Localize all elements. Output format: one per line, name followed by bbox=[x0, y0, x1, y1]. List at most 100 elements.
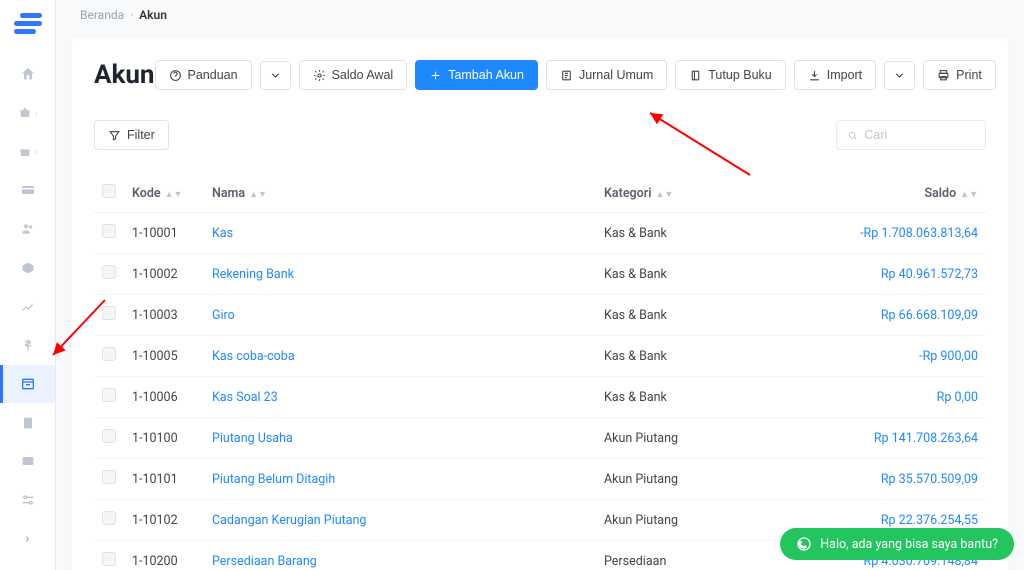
sliders-icon bbox=[20, 492, 36, 508]
tutup-buku-button[interactable]: Tutup Buku bbox=[675, 60, 785, 90]
box-icon bbox=[20, 260, 36, 276]
row-checkbox[interactable] bbox=[102, 347, 116, 361]
chevron-down-icon bbox=[893, 69, 906, 82]
row-checkbox[interactable] bbox=[102, 388, 116, 402]
breadcrumb: Beranda · Akun bbox=[56, 0, 1024, 30]
account-link[interactable]: Giro bbox=[212, 308, 235, 323]
cell-saldo: Rp 0,00 bbox=[937, 390, 978, 405]
row-checkbox[interactable] bbox=[102, 429, 116, 443]
help-icon bbox=[169, 69, 182, 82]
nav-home[interactable] bbox=[0, 55, 55, 94]
sort-icon: ▲▼ bbox=[165, 193, 183, 198]
dollar-icon bbox=[20, 337, 36, 353]
plus-icon bbox=[429, 69, 442, 82]
nav-purchase[interactable]: › bbox=[0, 132, 55, 171]
jurnal-umum-button[interactable]: Jurnal Umum bbox=[546, 60, 667, 90]
cell-saldo: Rp 35.570.509,09 bbox=[881, 472, 978, 487]
row-checkbox[interactable] bbox=[102, 511, 116, 525]
row-checkbox[interactable] bbox=[102, 265, 116, 279]
sort-icon: ▲▼ bbox=[656, 193, 674, 198]
cell-kode: 1-10101 bbox=[124, 459, 204, 500]
lock-book-icon bbox=[689, 69, 702, 82]
tambah-akun-button[interactable]: Tambah Akun bbox=[415, 60, 538, 90]
account-link[interactable]: Cadangan Kerugian Piutang bbox=[212, 513, 366, 528]
nav-products[interactable] bbox=[0, 249, 55, 288]
breadcrumb-home[interactable]: Beranda bbox=[80, 8, 124, 22]
id-card-icon bbox=[20, 453, 36, 469]
nav-reports[interactable] bbox=[0, 287, 55, 326]
basket-in-icon bbox=[17, 144, 33, 160]
app-logo[interactable] bbox=[14, 10, 42, 37]
saldo-awal-button[interactable]: Saldo Awal bbox=[299, 60, 408, 90]
account-link[interactable]: Piutang Belum Ditagih bbox=[212, 472, 335, 487]
cell-saldo: Rp 66.668.109,09 bbox=[881, 308, 978, 323]
filter-icon bbox=[108, 129, 121, 142]
nav-payroll[interactable] bbox=[0, 442, 55, 481]
panduan-dropdown[interactable] bbox=[260, 61, 291, 90]
col-saldo[interactable]: Saldo▲▼ bbox=[796, 174, 986, 213]
cell-kategori: Akun Piutang bbox=[596, 418, 796, 459]
cell-kategori: Akun Piutang bbox=[596, 459, 796, 500]
cell-kategori: Kas & Bank bbox=[596, 254, 796, 295]
table-row: 1-10101 Piutang Belum Ditagih Akun Piutang… bbox=[94, 459, 986, 500]
account-link[interactable]: Kas Soal 23 bbox=[212, 390, 278, 405]
col-kategori[interactable]: Kategori▲▼ bbox=[596, 174, 796, 213]
sidebar-collapse[interactable]: › bbox=[0, 519, 55, 558]
search-box[interactable] bbox=[836, 120, 986, 150]
account-link[interactable]: Rekening Bank bbox=[212, 267, 294, 282]
chat-text: Halo, ada yang bisa saya bantu? bbox=[820, 537, 998, 552]
nav-assets[interactable] bbox=[0, 403, 55, 442]
panduan-button[interactable]: Panduan bbox=[155, 60, 252, 90]
row-checkbox[interactable] bbox=[102, 470, 116, 484]
chevron-down-icon bbox=[269, 69, 282, 82]
row-checkbox[interactable] bbox=[102, 306, 116, 320]
table-row: 1-10003 Giro Kas & Bank Rp 66.668.109,09 bbox=[94, 295, 986, 336]
select-all-checkbox[interactable] bbox=[102, 184, 116, 198]
cell-kode: 1-10002 bbox=[124, 254, 204, 295]
account-link[interactable]: Kas bbox=[212, 226, 233, 241]
nav-settings[interactable] bbox=[0, 481, 55, 520]
print-button[interactable]: Print bbox=[923, 60, 996, 90]
table-row: 1-10100Piutang UsahaAkun PiutangRp 141.7… bbox=[94, 418, 986, 459]
sort-icon: ▲▼ bbox=[249, 193, 267, 198]
header-row: Akun Panduan Saldo Awal Tambah Akun Jurn… bbox=[94, 60, 986, 90]
sort-icon: ▲▼ bbox=[960, 193, 978, 198]
nav-accounts[interactable] bbox=[0, 365, 55, 404]
col-kode[interactable]: Kode▲▼ bbox=[124, 174, 204, 213]
gear-icon bbox=[313, 69, 326, 82]
users-icon bbox=[20, 221, 36, 237]
cell-kategori: Kas & Bank bbox=[596, 295, 796, 336]
import-icon bbox=[808, 69, 821, 82]
cell-saldo: -Rp 1.708.063.813,64 bbox=[860, 226, 978, 241]
building-icon bbox=[20, 415, 36, 431]
nav-expense[interactable] bbox=[0, 171, 55, 210]
ledger-icon bbox=[20, 376, 36, 392]
row-checkbox[interactable] bbox=[102, 552, 116, 566]
nav-contacts[interactable] bbox=[0, 210, 55, 249]
nav-sales[interactable]: › bbox=[0, 94, 55, 133]
import-button[interactable]: Import bbox=[794, 60, 876, 90]
col-nama[interactable]: Nama▲▼ bbox=[204, 174, 596, 213]
table-row: 1-10001KasKas & Bank-Rp 1.708.063.813,64 bbox=[94, 213, 986, 254]
import-dropdown[interactable] bbox=[884, 61, 915, 90]
cell-kode: 1-10003 bbox=[124, 295, 204, 336]
cell-saldo: Rp 141.708.263,64 bbox=[874, 431, 978, 446]
search-input[interactable] bbox=[864, 128, 975, 142]
search-icon bbox=[847, 129, 858, 142]
nav-cash[interactable] bbox=[0, 326, 55, 365]
breadcrumb-current: Akun bbox=[139, 8, 167, 22]
cell-kode: 1-10001 bbox=[124, 213, 204, 254]
toolbar: Panduan Saldo Awal Tambah Akun Jurnal Um… bbox=[155, 60, 996, 90]
account-link[interactable]: Piutang Usaha bbox=[212, 431, 293, 446]
accounts-table: Kode▲▼ Nama▲▼ Kategori▲▼ Saldo▲▼ 1-10001… bbox=[94, 174, 986, 570]
chat-widget[interactable]: Halo, ada yang bisa saya bantu? bbox=[780, 528, 1014, 560]
cell-kategori: Kas & Bank bbox=[596, 377, 796, 418]
cell-kode: 1-10005 bbox=[124, 336, 204, 377]
card-icon bbox=[20, 182, 36, 198]
page-title: Akun bbox=[94, 60, 155, 90]
account-link[interactable]: Kas coba-coba bbox=[212, 349, 295, 364]
account-link[interactable]: Persediaan Barang bbox=[212, 554, 317, 569]
filter-button[interactable]: Filter bbox=[94, 120, 169, 150]
row-checkbox[interactable] bbox=[102, 224, 116, 238]
cell-kode: 1-10006 bbox=[124, 377, 204, 418]
